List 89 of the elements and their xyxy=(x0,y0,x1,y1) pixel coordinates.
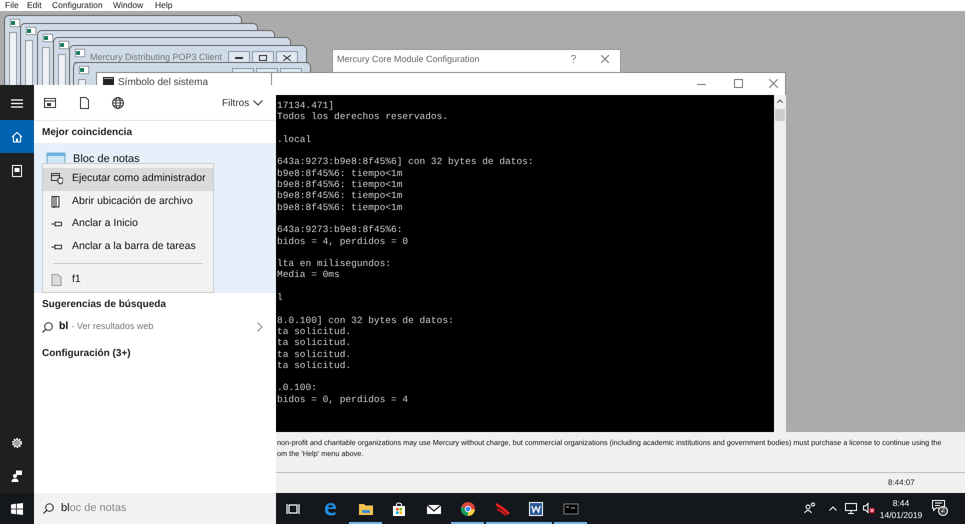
scrollbar[interactable] xyxy=(774,95,786,434)
close-icon[interactable] xyxy=(601,55,609,63)
scrollbar-thumb[interactable] xyxy=(775,109,785,121)
home-icon xyxy=(11,130,23,142)
app-icon xyxy=(10,19,20,27)
message-icon xyxy=(932,500,945,511)
word-document-icon[interactable] xyxy=(528,500,544,516)
console-line: 17134.471] xyxy=(277,100,336,112)
running-indicator xyxy=(349,522,382,524)
chevron-down-icon xyxy=(253,100,264,106)
app-icon xyxy=(79,66,89,74)
console-line: bidos = 0, perdidos = 4 xyxy=(277,394,410,406)
app-icon xyxy=(59,41,69,49)
app-icon xyxy=(26,27,36,35)
scroll-up-icon[interactable] xyxy=(777,99,783,103)
console-line: 643a:9273:b9e8:8f45%6] con 32 bytes de datos: xyxy=(277,156,535,168)
console-line: bidos = 4, perdidos = 0 xyxy=(277,236,410,247)
close-icon[interactable] xyxy=(769,79,778,88)
network-icon[interactable] xyxy=(845,502,857,514)
console-line: b9e8:8f45%6: tiempo<1m xyxy=(277,190,404,202)
menu-item[interactable]: Ejecutar como administrador xyxy=(43,168,213,190)
app-icon xyxy=(75,49,85,57)
chrome-icon[interactable] xyxy=(460,500,476,516)
close-icon xyxy=(283,54,291,60)
chevron-right-icon xyxy=(257,322,263,332)
console-line: l xyxy=(277,292,284,304)
menu-item[interactable]: File xyxy=(5,0,19,10)
wing-icon[interactable] xyxy=(494,500,510,516)
console-line: b9e8:8f45%6: tiempo<1m xyxy=(277,168,404,180)
menu-item[interactable]: Configuration xyxy=(52,0,103,10)
console-line: ta solicitud. xyxy=(277,360,352,372)
shopping-bag-icon[interactable] xyxy=(390,500,406,516)
settings-icon[interactable] xyxy=(11,437,23,449)
section-heading: Mejor coincidencia xyxy=(42,126,132,140)
menu-item[interactable]: Help xyxy=(155,0,172,10)
window-title: Símbolo del sistema xyxy=(118,76,208,90)
app-icon xyxy=(43,34,53,42)
console-line: Media = 0ms xyxy=(277,269,341,281)
chevron-up-icon[interactable] xyxy=(829,506,837,511)
console-line: b9e8:8f45%6: tiempo<1m xyxy=(277,202,404,213)
console-line: Todos los derechos reservados. xyxy=(277,111,450,123)
shield-window-icon xyxy=(51,173,63,186)
menu-item[interactable]: Anclar a la barra de tareas xyxy=(43,236,213,258)
console-line: ta solicitud. xyxy=(277,348,352,360)
result-title: Bloc de notas xyxy=(73,152,140,167)
running-indicator xyxy=(451,522,484,524)
console-line: .local xyxy=(277,134,312,146)
document-icon xyxy=(11,164,23,176)
terminal-icon[interactable] xyxy=(562,500,578,516)
menu-item[interactable]: Window xyxy=(113,0,144,10)
console-line: 643a:9273:b9e8:8f45%6: xyxy=(277,224,404,236)
best-match-result[interactable]: Bloc de notas Ejecutar como administrador Abrir ubicación de archivo Anclar a Inicio Anclar a la barra de tareas f1 xyxy=(34,143,276,293)
speaker-muted-icon[interactable] xyxy=(863,502,875,514)
restore-icon xyxy=(259,54,267,60)
document-icon[interactable] xyxy=(80,97,89,109)
menu-item[interactable]: Anclar a Inicio xyxy=(43,213,213,236)
search-icon xyxy=(42,322,53,332)
web-suggestion[interactable]: bl - Ver resultados web xyxy=(34,317,276,337)
console-line: 8.0.100] con 32 bytes de datos: xyxy=(277,314,455,326)
status-time: 8:44:07 xyxy=(888,477,915,489)
menu-item[interactable]: f1 xyxy=(43,269,213,292)
running-indicator xyxy=(554,522,587,524)
file-icon xyxy=(51,274,63,286)
menu-item[interactable]: Edit xyxy=(27,0,42,10)
menu-icon[interactable] xyxy=(11,99,23,108)
menu-item[interactable]: Abrir ubicación de archivo xyxy=(43,190,213,213)
console-line: .0.100: xyxy=(277,382,318,394)
rail-item[interactable] xyxy=(0,120,34,153)
maximize-icon[interactable] xyxy=(734,79,743,88)
search-field[interactable]: bloc de notas xyxy=(34,493,276,524)
user-icon[interactable] xyxy=(11,470,23,482)
console-line: ta solicitud. xyxy=(277,326,352,338)
people-icon[interactable] xyxy=(804,502,816,514)
clock-date: 14/01/2019 xyxy=(880,509,922,521)
help-icon[interactable] xyxy=(571,55,576,63)
console-line: b9e8:8f45%6: tiempo<1m xyxy=(277,179,404,190)
dialog-title: Mercury Core Module Configuration xyxy=(337,53,480,66)
window-title: Mercury Distributing POP3 Client xyxy=(90,51,222,64)
apps-icon[interactable] xyxy=(44,98,56,108)
search-icon xyxy=(43,503,54,514)
windows-logo-icon xyxy=(11,502,23,514)
section-heading[interactable]: Configuración (3+) xyxy=(42,346,131,361)
filters-button[interactable]: Filtros xyxy=(222,95,268,111)
console-line: lta en milisegundos: xyxy=(277,258,392,270)
console-line: ta solicitud. xyxy=(277,337,352,349)
globe-icon[interactable] xyxy=(112,97,124,109)
section-heading: Sugerencias de búsqueda xyxy=(42,298,166,312)
clock[interactable]: 8:44 14/01/2019 xyxy=(880,495,922,523)
clock-time: 8:44 xyxy=(892,497,910,509)
